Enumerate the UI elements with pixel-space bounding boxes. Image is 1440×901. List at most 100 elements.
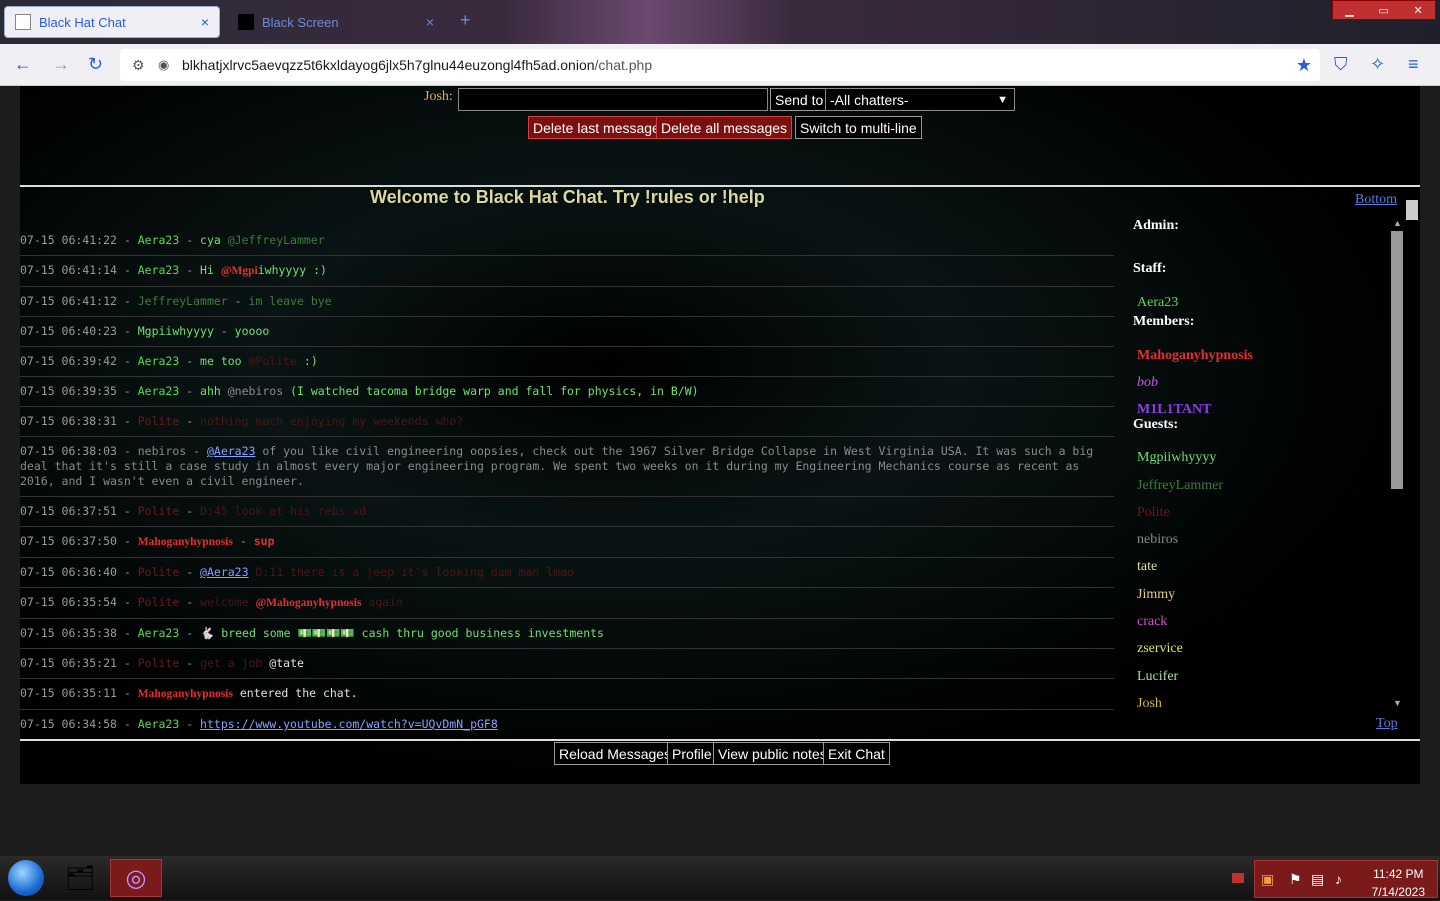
flag-icon[interactable]: ⚑ — [1289, 871, 1302, 888]
userlist-item[interactable]: Jimmy — [1137, 587, 1175, 603]
menu-icon[interactable]: ≡ — [1408, 54, 1419, 75]
message-list[interactable]: 07-15 06:41:22 - Aera23 - cya @JeffreyLa… — [20, 226, 1114, 732]
message-link[interactable]: https://www.youtube.com/watch?v=UQvDmN_p… — [200, 717, 498, 731]
scroll-down-icon[interactable]: ▼ — [1393, 698, 1402, 708]
reload-icon[interactable]: ↻ — [88, 54, 103, 75]
page-scrollbar[interactable] — [1406, 200, 1418, 220]
message-row: 07-15 06:41:14 - Aera23 - Hi @Mgpiiwhyyy… — [20, 256, 1114, 287]
separator: - — [179, 717, 201, 731]
address-bar[interactable]: ⚙ ◉ blkhatjxlrvc5aevqzz5t6kxldayog6jlx5h… — [120, 49, 1320, 81]
url-text[interactable]: blkhatjxlrvc5aevqzz5t6kxldayog6jlx5h7gln… — [182, 57, 652, 73]
bookmark-star-icon[interactable]: ★ — [1296, 55, 1312, 76]
message-mention: @Polite — [248, 354, 297, 368]
message-timestamp: 07-15 06:34:58 — [20, 717, 117, 731]
message-text: D:11 there is a jeep it's looking dam ma… — [248, 565, 574, 579]
message-author[interactable]: JeffreyLammer — [138, 294, 228, 308]
new-tab-button[interactable]: + — [460, 10, 471, 31]
message-author[interactable]: Polite — [138, 595, 180, 609]
message-timestamp: 07-15 06:35:38 — [20, 626, 117, 640]
message-author[interactable]: Mgpiiwhyyyy — [138, 324, 214, 338]
tab-title: Black Hat Chat — [39, 14, 126, 30]
view-public-notes-button[interactable]: View public notes — [713, 742, 832, 765]
userlist-scrollbar[interactable] — [1391, 231, 1403, 489]
message-author[interactable]: Aera23 — [138, 384, 180, 398]
message-author[interactable]: Mahoganyhypnosis — [138, 688, 233, 700]
recipient-select[interactable]: -All chatters- ▼ — [825, 88, 1015, 111]
message-author[interactable]: Aera23 — [138, 354, 180, 368]
profile-button[interactable]: Profile — [667, 742, 717, 765]
message-row: 07-15 06:35:38 - Aera23 - 🐇 breed some 💵… — [20, 619, 1114, 649]
reload-messages-button[interactable]: Reload Messages — [554, 742, 677, 765]
message-link[interactable]: @Aera23 — [200, 565, 248, 579]
message-text: entered the chat. — [232, 686, 358, 700]
message-timestamp: 07-15 06:41:14 — [20, 263, 117, 277]
close-tab-icon[interactable]: × — [426, 14, 434, 30]
switch-multiline-button[interactable]: Switch to multi-line — [795, 116, 922, 139]
delete-last-message-button[interactable]: Delete last message — [528, 116, 665, 139]
userlist-item[interactable]: JeffreyLammer — [1137, 478, 1223, 494]
scroll-up-icon[interactable]: ▲ — [1393, 218, 1402, 228]
app-tray-icon[interactable]: ▣ — [1261, 871, 1274, 888]
welcome-banner: Welcome to Black Hat Chat. Try !rules or… — [370, 187, 765, 207]
message-author[interactable]: Aera23 — [138, 263, 180, 277]
window-close-icon[interactable]: ✕ — [1413, 4, 1422, 17]
message-author[interactable]: Polite — [138, 504, 180, 518]
message-text: get a job — [200, 656, 270, 670]
bottom-link[interactable]: Bottom — [1355, 192, 1397, 208]
message-author[interactable]: Aera23 — [138, 626, 180, 640]
delete-all-messages-button[interactable]: Delete all messages — [656, 116, 793, 139]
message-timestamp: 07-15 06:37:50 — [20, 534, 117, 548]
message-mention: @tate — [269, 656, 304, 670]
volume-icon[interactable]: ♪ — [1335, 871, 1342, 887]
exit-chat-button[interactable]: Exit Chat — [823, 742, 890, 765]
message-input[interactable] — [458, 88, 768, 111]
userlist-item[interactable]: Mahoganyhypnosis — [1137, 348, 1253, 364]
clock[interactable]: 11:42 PM 7/14/2023 — [1372, 865, 1425, 901]
message-timestamp: 07-15 06:38:31 — [20, 414, 117, 428]
message-author[interactable]: Polite — [138, 656, 180, 670]
userlist-item[interactable]: crack — [1137, 614, 1167, 630]
message-row: 07-15 06:39:35 - Aera23 - ahh @nebiros (… — [20, 377, 1114, 407]
message-author[interactable]: Mahoganyhypnosis — [138, 536, 233, 548]
userlist-item[interactable]: tate — [1137, 559, 1157, 575]
userlist-item[interactable]: zservice — [1137, 641, 1183, 657]
top-link[interactable]: Top — [1376, 716, 1398, 732]
tor-circuit-icon[interactable]: ✧ — [1370, 54, 1385, 75]
userlist-item[interactable]: Lucifer — [1137, 669, 1178, 685]
message-row: 07-15 06:41:22 - Aera23 - cya @JeffreyLa… — [20, 226, 1114, 256]
page-favicon-icon — [238, 14, 254, 30]
userlist-item[interactable]: Aera23 — [1137, 295, 1178, 311]
forward-arrow-icon[interactable]: → — [52, 54, 70, 75]
site-permissions-icon[interactable]: ⚙ — [132, 57, 148, 74]
separator: - — [179, 263, 201, 277]
message-link[interactable]: @Aera23 — [207, 444, 255, 458]
network-icon[interactable]: ▤ — [1311, 871, 1324, 888]
maximize-icon[interactable]: ▭ — [1378, 4, 1388, 17]
shield-icon[interactable]: ⛉ — [1334, 54, 1348, 75]
separator: - — [232, 534, 254, 548]
userlist-item[interactable]: nebiros — [1137, 532, 1178, 548]
start-button[interactable] — [8, 860, 44, 896]
back-arrow-icon[interactable]: ← — [14, 54, 32, 75]
userlist-item[interactable]: Mgpiiwhyyyy — [1137, 450, 1216, 466]
userlist-item[interactable]: M1L1TANT — [1137, 402, 1211, 418]
message-author[interactable]: Polite — [138, 565, 180, 579]
message-mention: @nebiros — [227, 384, 284, 398]
minimize-icon[interactable]: ▁ — [1345, 4, 1353, 17]
tor-browser-icon[interactable]: ◎ — [110, 859, 162, 897]
message-text: sup — [253, 534, 275, 548]
userlist-item[interactable]: bob — [1137, 375, 1158, 391]
onion-lock-icon[interactable]: ◉ — [158, 57, 174, 73]
userlist-item[interactable]: Josh — [1137, 696, 1162, 712]
tab-black-screen[interactable]: Black Screen × — [228, 6, 444, 38]
message-author[interactable]: Aera23 — [138, 717, 180, 731]
notification-icon[interactable] — [1232, 873, 1244, 883]
message-author[interactable]: nebiros — [138, 444, 186, 458]
file-explorer-icon[interactable]: 🗂 — [54, 859, 106, 897]
send-to-button[interactable]: Send to — [770, 88, 829, 111]
userlist-item[interactable]: Polite — [1137, 505, 1170, 521]
message-author[interactable]: Aera23 — [138, 233, 180, 247]
close-tab-icon[interactable]: × — [201, 14, 209, 30]
message-author[interactable]: Polite — [138, 414, 180, 428]
tab-black-hat-chat[interactable]: Black Hat Chat × — [4, 6, 220, 38]
